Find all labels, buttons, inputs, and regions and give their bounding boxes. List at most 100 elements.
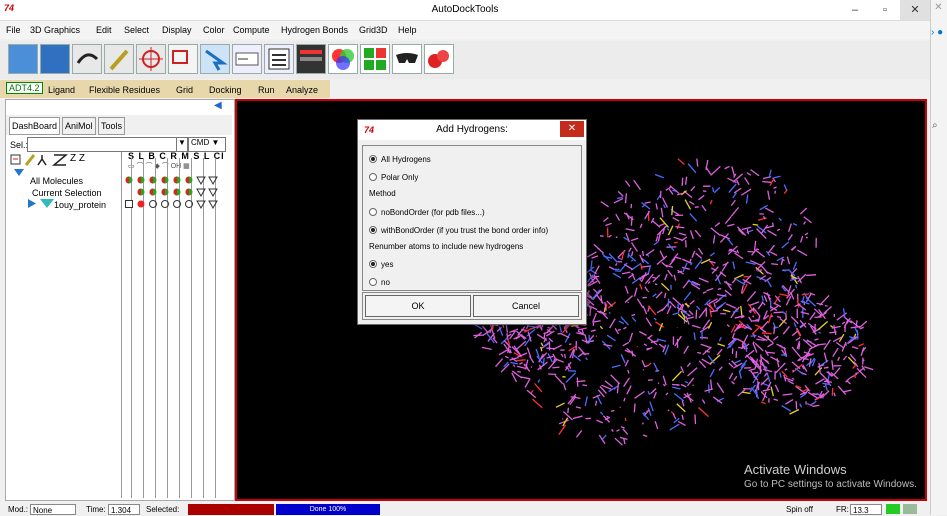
menu-hydrogen-bonds[interactable]: Hydrogen Bonds [281, 25, 348, 35]
grid-icon[interactable] [360, 44, 390, 74]
radio-no-bond-order[interactable]: noBondOrder (for pdb files...) [369, 207, 485, 217]
menu-3d-graphics[interactable]: 3D Graphics [30, 25, 80, 35]
bond-stick [789, 224, 792, 232]
bond-stick [852, 347, 858, 349]
tree-node-1ouy-protein[interactable]: 1ouy_protein [54, 200, 106, 210]
selection-label: Sel.: [10, 140, 28, 150]
spin-label[interactable]: Spin off [786, 505, 813, 514]
bond-stick [603, 217, 608, 221]
menu-help[interactable]: Help [398, 25, 417, 35]
property-row-current-selection[interactable] [124, 187, 224, 199]
undo-icon[interactable] [72, 44, 102, 74]
close-button[interactable]: ✕ [900, 0, 930, 20]
z-icon[interactable]: Z Z [70, 153, 85, 164]
bond-stick [603, 435, 606, 439]
selection-dropdown[interactable]: ▼ [176, 137, 188, 152]
bond-stick [561, 354, 563, 357]
background-search-icon[interactable]: ⌕ [932, 120, 938, 131]
bond-stick [687, 363, 690, 367]
option-label: yes [381, 260, 393, 269]
bond-stick [662, 262, 668, 267]
bond-stick [521, 377, 530, 379]
bond-stick [650, 402, 653, 412]
tab-dashboard[interactable]: DashBoard [9, 117, 60, 135]
bond-stick [682, 178, 683, 186]
collapse-arrow-icon[interactable]: ◀ [214, 100, 228, 112]
radio-with-bond-order[interactable]: withBondOrder (if you trust the bond ord… [369, 225, 548, 235]
bond-stick [655, 284, 657, 285]
menu-color[interactable]: Color [203, 25, 225, 35]
bond-stick [555, 375, 563, 383]
bond-stick [543, 332, 548, 333]
tree-node-all-molecules[interactable]: All Molecules [30, 176, 83, 186]
bond-stick [737, 227, 745, 236]
bond-stick [593, 313, 597, 322]
tab-flexible-residues[interactable]: Flexible Residues [89, 85, 160, 95]
dashboard-icon[interactable] [264, 44, 294, 74]
tab-analyze[interactable]: Analyze [286, 85, 318, 95]
bond-stick [678, 304, 679, 310]
bond-stick [859, 344, 864, 346]
ok-button[interactable]: OK [365, 295, 471, 317]
tab-run[interactable]: Run [258, 85, 275, 95]
menu-compute[interactable]: Compute [233, 25, 270, 35]
expand-all-icon[interactable] [14, 169, 24, 179]
bond-stick [750, 311, 752, 312]
molecule-icon[interactable] [424, 44, 454, 74]
tab-docking[interactable]: Docking [209, 85, 242, 95]
bond-stick [733, 311, 739, 312]
bond-stick [616, 430, 619, 431]
radio-renumber-yes[interactable]: yes [369, 259, 393, 269]
center-icon[interactable] [136, 44, 166, 74]
property-row-all-molecules[interactable] [124, 175, 224, 187]
bond-stick [591, 260, 592, 268]
bond-stick [764, 373, 767, 377]
bond-stick [618, 250, 625, 257]
color-icon[interactable] [328, 44, 358, 74]
bond-stick [783, 326, 789, 334]
menu-grid3d[interactable]: Grid3D [359, 25, 388, 35]
expand-icon[interactable] [28, 199, 36, 210]
selection-input[interactable] [27, 137, 177, 152]
select-icon[interactable] [168, 44, 198, 74]
dialog-close-button[interactable]: ✕ [560, 121, 584, 137]
picker-icon[interactable] [104, 44, 134, 74]
save-icon[interactable] [40, 44, 70, 74]
tab-tools[interactable]: Tools [98, 117, 125, 135]
minimize-button[interactable]: – [840, 0, 870, 20]
bond-stick [794, 323, 796, 327]
property-row-1ouy-protein[interactable] [124, 199, 224, 211]
tree-node-current-selection[interactable]: Current Selection [32, 188, 102, 198]
radio-polar-only[interactable]: Polar Only [369, 172, 418, 182]
menu-display[interactable]: Display [162, 25, 192, 35]
menu-file[interactable]: File [6, 25, 21, 35]
tab-ligand[interactable]: Ligand [48, 85, 75, 95]
bond-stick [746, 195, 747, 204]
open-icon[interactable] [8, 44, 38, 74]
cancel-button[interactable]: Cancel [473, 295, 579, 317]
bond-stick [801, 312, 809, 314]
radio-renumber-no[interactable]: no [369, 277, 390, 287]
cmd-dropdown[interactable]: CMD ▼ [188, 137, 226, 152]
bond-stick [777, 316, 781, 317]
bond-stick [734, 360, 741, 363]
tab-animol[interactable]: AniMol [62, 117, 96, 135]
bond-stick [702, 359, 711, 365]
bond-stick [634, 404, 635, 413]
background-close-icon[interactable]: ✕ [931, 2, 946, 17]
tab-adt42[interactable]: ADT4.2 [6, 82, 43, 94]
menu-edit[interactable]: Edit [96, 25, 112, 35]
command-icon[interactable] [232, 44, 262, 74]
bond-stick [777, 229, 780, 230]
bond-stick [654, 318, 656, 320]
menu-select[interactable]: Select [124, 25, 149, 35]
bond-stick [688, 164, 696, 173]
display-icon[interactable] [296, 44, 326, 74]
stereo-icon[interactable] [392, 44, 422, 74]
tab-grid[interactable]: Grid [176, 85, 193, 95]
maximize-button[interactable]: ▫ [870, 0, 900, 20]
radio-all-hydrogens[interactable]: All Hydrogens [369, 154, 431, 164]
bond-stick [823, 386, 824, 387]
bond-stick [586, 358, 588, 360]
arrow-icon[interactable] [200, 44, 230, 74]
